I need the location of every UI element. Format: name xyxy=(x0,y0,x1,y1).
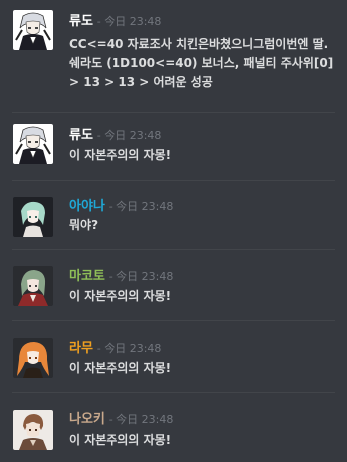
anime-character-avatar-icon xyxy=(13,410,53,450)
author-name[interactable]: 나오키 xyxy=(69,412,105,427)
author-name[interactable]: 라무 xyxy=(69,341,93,356)
timestamp: - 今日 23:48 xyxy=(96,129,162,142)
author-name[interactable]: 아야나 xyxy=(69,199,105,214)
user-avatar[interactable] xyxy=(13,124,53,164)
author-name[interactable]: 마코토 xyxy=(69,269,105,284)
message-content: 이 자본주의의 자몽! xyxy=(69,148,172,162)
chat-message: 마코토 - 今日 23:48 이 자본주의의 자몽! xyxy=(0,250,347,320)
anime-character-avatar-icon xyxy=(13,10,53,50)
timestamp: - 今日 23:48 xyxy=(108,270,174,283)
chat-message: 아야나 - 今日 23:48 뭐야? xyxy=(0,181,347,249)
user-avatar[interactable] xyxy=(13,197,53,237)
timestamp: - 今日 23:48 xyxy=(108,200,174,213)
message-header: 류도 - 今日 23:48 xyxy=(69,127,161,144)
message-content: 이 자본주의의 자몽! xyxy=(69,361,172,375)
anime-character-avatar-icon xyxy=(13,124,53,164)
message-header: 마코토 - 今日 23:48 xyxy=(69,268,173,285)
anime-character-avatar-icon xyxy=(13,197,53,237)
anime-character-avatar-icon xyxy=(13,338,53,378)
anime-character-avatar-icon xyxy=(13,266,53,306)
message-content: 이 자본주의의 자몽! xyxy=(69,433,172,447)
chat-message: 류도 - 今日 23:48 이 자본주의의 자몽! xyxy=(0,113,347,180)
timestamp: - 今日 23:48 xyxy=(108,413,174,426)
chat-message: 류도 - 今日 23:48 CC<=40 자료조사 치킨은바쳤으니그럼이번엔 딸… xyxy=(0,0,347,112)
author-name[interactable]: 류도 xyxy=(69,128,93,143)
timestamp: - 今日 23:48 xyxy=(96,342,162,355)
message-content: CC<=40 자료조사 치킨은바쳤으니그럼이번엔 딸.쉐라도 (1D100<=4… xyxy=(69,37,334,89)
message-header: 아야나 - 今日 23:48 xyxy=(69,198,173,215)
user-avatar[interactable] xyxy=(13,10,53,50)
user-avatar[interactable] xyxy=(13,266,53,306)
user-avatar[interactable] xyxy=(13,410,53,450)
message-header: 나오키 - 今日 23:48 xyxy=(69,411,173,428)
message-content: 이 자본주의의 자몽! xyxy=(69,289,172,303)
message-header: 라무 - 今日 23:48 xyxy=(69,340,161,357)
timestamp: - 今日 23:48 xyxy=(96,15,162,28)
chat-message: 나오키 - 今日 23:48 이 자본주의의 자몽! xyxy=(0,393,347,462)
message-header: 류도 - 今日 23:48 xyxy=(69,13,161,30)
user-avatar[interactable] xyxy=(13,338,53,378)
author-name[interactable]: 류도 xyxy=(69,14,93,29)
message-content: 뭐야? xyxy=(69,218,99,232)
chat-message: 라무 - 今日 23:48 이 자본주의의 자몽! xyxy=(0,321,347,392)
chat-message-list: 류도 - 今日 23:48 CC<=40 자료조사 치킨은바쳤으니그럼이번엔 딸… xyxy=(0,0,347,462)
